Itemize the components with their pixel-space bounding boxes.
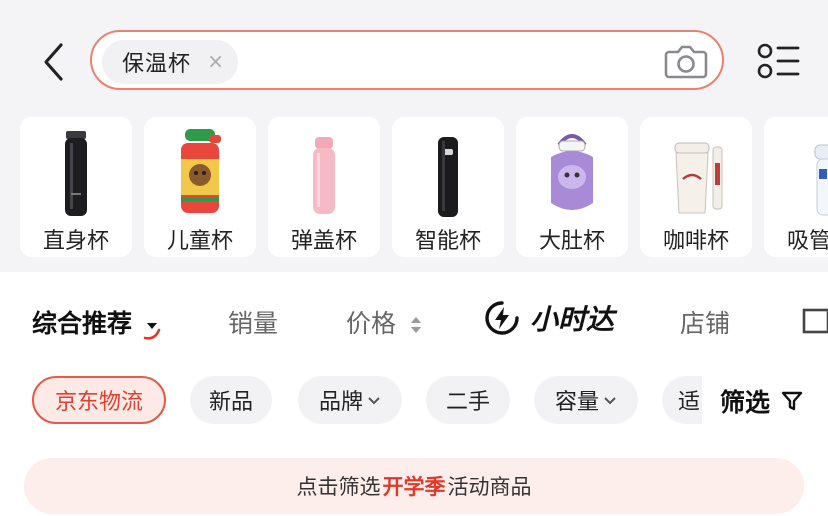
back-button[interactable] xyxy=(36,38,70,86)
sort-hour-delivery-label: 小时达 xyxy=(529,303,614,336)
category-item-straw-cup[interactable]: 吸管杯 xyxy=(764,117,828,257)
lightning-circle-icon xyxy=(485,301,519,335)
sort-composite-label: 综合推荐 xyxy=(32,309,133,338)
category-label: 大肚杯 xyxy=(538,229,605,254)
category-strip: 直身杯 儿童杯 弹盖杯 智能杯 大肚杯 咖啡杯 吸管 xyxy=(20,117,828,257)
list-menu-icon xyxy=(757,43,800,79)
straw-cup-icon xyxy=(814,144,828,216)
purple-big-belly-jug-icon xyxy=(551,134,593,210)
sort-price-button[interactable]: 价格 xyxy=(346,304,422,340)
filter-chip-brand-label: 品牌 xyxy=(318,390,363,415)
category-item-smart-cup[interactable]: 智能杯 xyxy=(392,117,504,257)
slim-black-thermos-icon xyxy=(65,131,87,216)
category-item-flip-lid-cup[interactable]: 弹盖杯 xyxy=(268,117,380,257)
sort-sales-button[interactable]: 销量 xyxy=(228,304,278,340)
caret-down-icon xyxy=(143,323,161,340)
search-query-text: 保温杯 xyxy=(122,52,192,77)
clear-query-icon[interactable]: × xyxy=(207,49,224,73)
promo-suffix: 活动商品 xyxy=(447,475,532,499)
category-label: 智能杯 xyxy=(414,229,481,254)
filter-chip-second-hand[interactable]: 二手 xyxy=(426,376,510,424)
camera-search-button[interactable] xyxy=(664,42,708,80)
sort-bar: 综合推荐 销量 价格 小时达 店铺 xyxy=(0,290,828,354)
sort-hour-delivery-button[interactable]: 小时达 xyxy=(484,298,614,338)
filter-chip-jd-logistics[interactable]: 京东物流 xyxy=(32,376,166,424)
filter-chip-new[interactable]: 新品 xyxy=(190,376,272,424)
filter-chip-capacity-label: 容量 xyxy=(554,390,599,415)
funnel-icon xyxy=(781,391,803,411)
chevron-left-icon xyxy=(44,43,63,81)
sort-composite-button[interactable]: 综合推荐 xyxy=(32,304,163,340)
promo-highlight: 开学季 xyxy=(382,475,446,499)
list-menu-button[interactable] xyxy=(756,42,800,80)
search-query-chip[interactable]: 保温杯 × xyxy=(102,40,238,84)
kids-cup-icon xyxy=(181,129,221,213)
category-item-coffee-cup[interactable]: 咖啡杯 xyxy=(640,117,752,257)
camera-icon xyxy=(664,45,708,79)
promo-banner[interactable]: 点击筛选 开学季 活动商品 xyxy=(24,458,804,514)
category-label: 弹盖杯 xyxy=(290,229,357,254)
category-label: 吸管杯 xyxy=(786,229,828,254)
search-box[interactable]: 保温杯 × xyxy=(90,30,724,90)
category-item-straight-cup[interactable]: 直身杯 xyxy=(20,117,132,257)
promo-prefix: 点击筛选 xyxy=(296,475,381,499)
category-item-big-belly-cup[interactable]: 大肚杯 xyxy=(516,117,628,257)
coffee-cup-icon xyxy=(674,142,723,214)
filter-button[interactable]: 筛选 xyxy=(702,376,828,426)
sort-price-label: 价格 xyxy=(346,309,397,338)
category-label: 咖啡杯 xyxy=(662,229,729,254)
square-icon xyxy=(802,308,828,334)
chevron-down-icon xyxy=(368,397,380,405)
filter-label: 筛选 xyxy=(720,388,771,417)
sort-arrows-icon xyxy=(410,317,421,333)
category-label: 儿童杯 xyxy=(166,229,233,254)
category-label: 直身杯 xyxy=(42,229,109,254)
pink-flip-lid-bottle-icon xyxy=(313,137,335,214)
category-item-kids-cup[interactable]: 儿童杯 xyxy=(144,117,256,257)
filter-chip-brand[interactable]: 品牌 xyxy=(298,376,402,424)
filter-chip-capacity[interactable]: 容量 xyxy=(534,376,638,424)
sort-store-button[interactable]: 店铺 xyxy=(680,304,730,340)
chevron-down-icon xyxy=(604,397,616,405)
smart-black-bottle-icon xyxy=(438,137,458,217)
layout-toggle-button[interactable] xyxy=(802,308,828,340)
